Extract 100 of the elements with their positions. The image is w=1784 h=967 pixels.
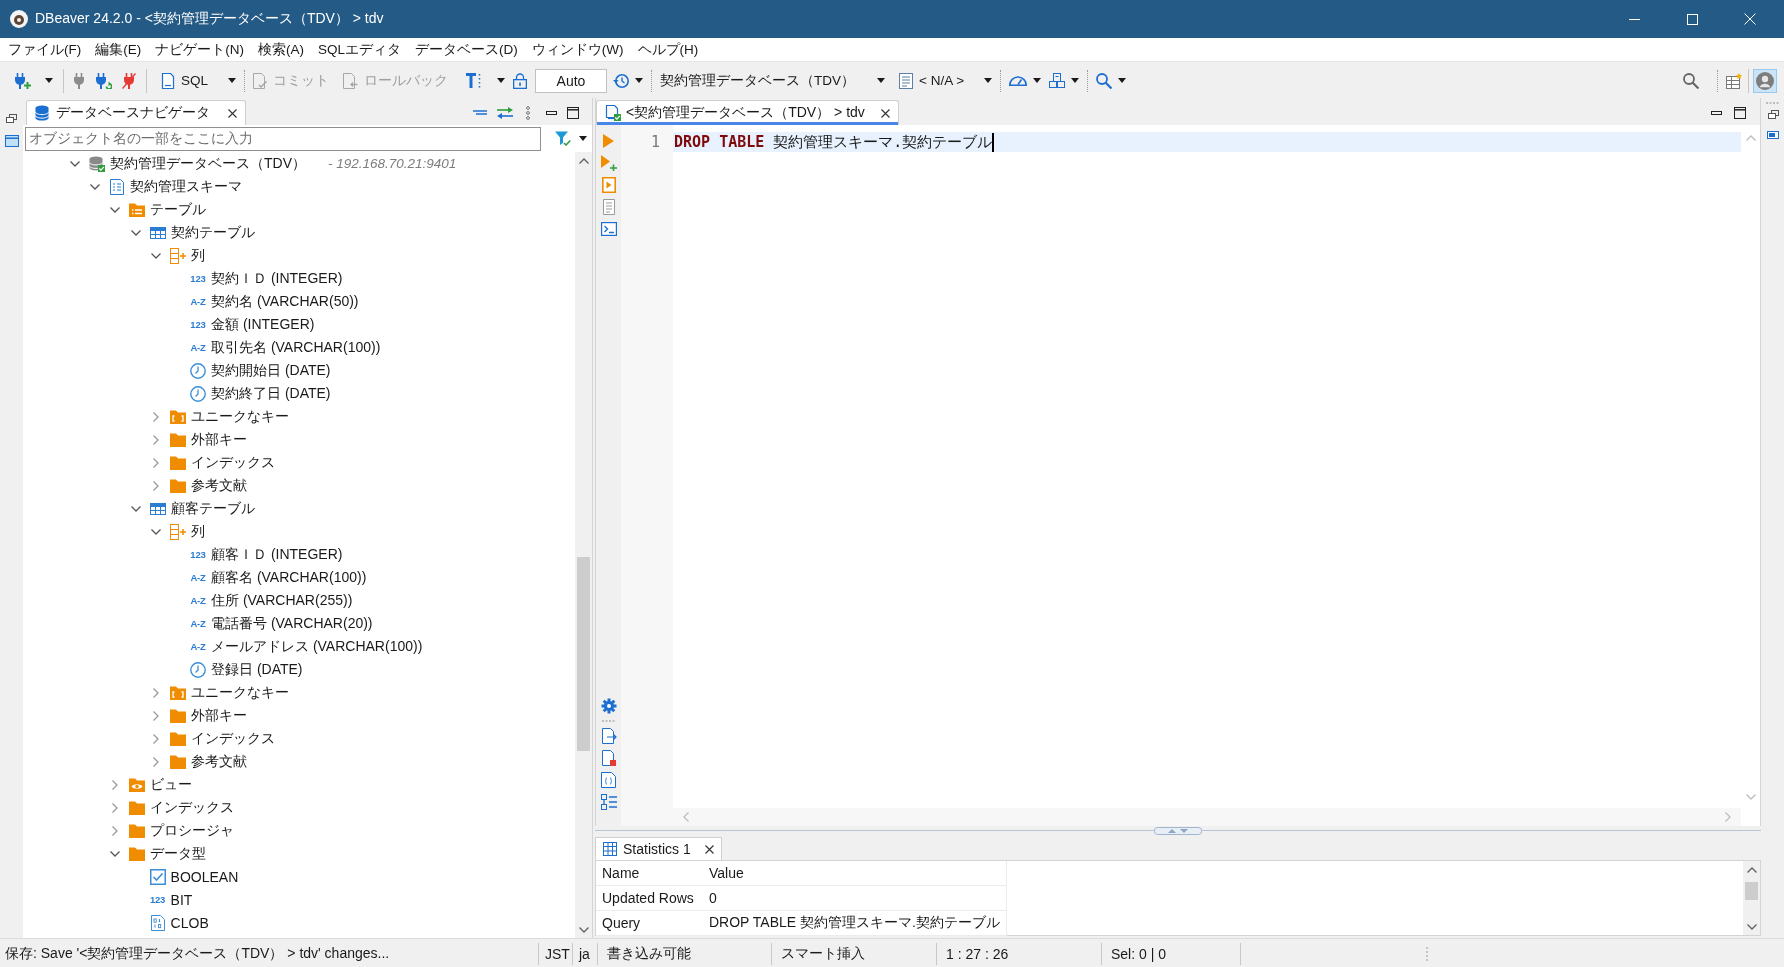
- panel-button[interactable]: [1767, 131, 1779, 139]
- menu-item[interactable]: ナビゲート(N): [148, 38, 251, 61]
- restore-button[interactable]: [6, 114, 17, 123]
- editor-tab[interactable]: <契約管理データベース（TDV） > tdv: [596, 100, 899, 125]
- tree-item[interactable]: インデックス: [150, 798, 235, 817]
- chevron-right-icon[interactable]: [152, 687, 159, 698]
- chevron-down-icon[interactable]: [70, 160, 80, 167]
- tree-item[interactable]: 金額 (INTEGER): [211, 315, 315, 334]
- editor-tool-button[interactable]: [598, 772, 619, 788]
- close-icon[interactable]: [228, 108, 237, 118]
- chevron-right-icon[interactable]: [112, 802, 119, 813]
- tree-item[interactable]: 顧客ＩＤ (INTEGER): [211, 545, 343, 564]
- resize-handle[interactable]: [1154, 827, 1202, 835]
- caret-icon[interactable]: [984, 78, 993, 83]
- close-icon[interactable]: [880, 108, 890, 118]
- tree-item[interactable]: 契約開始日 (DATE): [211, 361, 331, 380]
- chevron-down-icon[interactable]: [150, 252, 161, 259]
- scroll-up-icon[interactable]: [578, 157, 589, 164]
- chevron-right-icon[interactable]: [152, 710, 159, 721]
- chevron-down-icon[interactable]: [150, 528, 161, 535]
- editor-tool-button[interactable]: [598, 794, 619, 810]
- tree-item[interactable]: 住所 (VARCHAR(255)): [211, 591, 353, 610]
- chevron-right-icon[interactable]: [152, 733, 159, 744]
- tree-item[interactable]: 参考文献: [190, 476, 247, 495]
- chevron-right-icon[interactable]: [112, 825, 119, 836]
- chevron-down-icon[interactable]: [110, 206, 121, 213]
- panel-tab[interactable]: データベースナビゲータ: [26, 100, 246, 125]
- chevron-right-icon[interactable]: [152, 434, 159, 445]
- caret-icon[interactable]: [877, 78, 885, 83]
- tree-item[interactable]: インデックス: [190, 453, 275, 472]
- menu-item[interactable]: 検索(A): [251, 38, 311, 61]
- menu-item[interactable]: 編集(E): [88, 38, 149, 61]
- tree-item[interactable]: BOOLEAN: [170, 868, 239, 885]
- tree-item[interactable]: 列: [190, 522, 205, 541]
- tree-item[interactable]: ユニークなキー: [190, 407, 289, 426]
- caret-icon[interactable]: [497, 78, 505, 83]
- chevron-right-icon[interactable]: [112, 779, 119, 790]
- sql-editor-button[interactable]: SQL: [157, 67, 240, 94]
- caret-icon[interactable]: [635, 78, 643, 83]
- menu-item[interactable]: データベース(D): [408, 38, 525, 61]
- panel-button[interactable]: [4, 135, 19, 147]
- menu-item[interactable]: ファイル(F): [1, 38, 89, 61]
- tree-item[interactable]: プロシージャ: [150, 821, 235, 840]
- editor-tool-button[interactable]: [598, 221, 619, 237]
- menu-item[interactable]: ヘルプ(H): [630, 38, 706, 61]
- tree-item[interactable]: メールアドレス (VARCHAR(100)): [211, 637, 423, 656]
- scrollbar-thumb[interactable]: [1745, 882, 1758, 900]
- caret-icon[interactable]: [228, 78, 236, 83]
- tree-item[interactable]: 取引先名 (VARCHAR(100)): [211, 338, 381, 357]
- datasource-selector[interactable]: 契約管理データベース（TDV）: [656, 67, 889, 94]
- tree-item[interactable]: CLOB: [170, 914, 209, 931]
- tree-item[interactable]: 契約終了日 (DATE): [211, 384, 331, 403]
- results-tab[interactable]: Statistics 1: [595, 837, 722, 860]
- perspective-button[interactable]: [1753, 68, 1777, 93]
- tree-item[interactable]: 契約テーブル: [170, 223, 255, 242]
- tree-item[interactable]: 契約ＩＤ (INTEGER): [211, 269, 343, 288]
- restore-button[interactable]: [1767, 110, 1779, 119]
- menu-item[interactable]: ウィンドウ(W): [524, 38, 631, 61]
- tree-item[interactable]: 電話番号 (VARCHAR(20)): [211, 614, 373, 633]
- code-text[interactable]: DROP TABLE 契約管理スキーマ.契約テーブル: [674, 132, 993, 152]
- editor-tool-button[interactable]: [598, 155, 619, 171]
- scrollbar-track[interactable]: [575, 152, 592, 938]
- tree-item[interactable]: インデックス: [190, 729, 275, 748]
- schema-selector[interactable]: < N/A >: [895, 67, 997, 94]
- caret-icon[interactable]: [1071, 78, 1080, 83]
- chevron-down-icon[interactable]: [90, 183, 101, 190]
- tree-item[interactable]: 契約名 (VARCHAR(50)): [211, 292, 359, 311]
- tree-item[interactable]: 登録日 (DATE): [211, 660, 303, 679]
- transaction-mode-button[interactable]: Auto: [535, 68, 607, 93]
- tree-item[interactable]: 外部キー: [190, 706, 247, 725]
- chevron-down-icon[interactable]: [130, 229, 141, 236]
- scrollbar-track[interactable]: [1743, 861, 1760, 935]
- tree-item[interactable]: 契約管理データベース（TDV）: [110, 154, 306, 173]
- caret-icon[interactable]: [45, 78, 53, 83]
- tree-item[interactable]: データ型: [150, 844, 207, 863]
- caret-icon[interactable]: [1118, 78, 1127, 83]
- tree-item[interactable]: 契約管理スキーマ: [130, 177, 243, 196]
- scroll-down-icon[interactable]: [1746, 923, 1757, 930]
- chevron-right-icon[interactable]: [152, 756, 159, 767]
- close-icon[interactable]: [704, 844, 714, 854]
- scroll-down-icon[interactable]: [578, 926, 589, 933]
- chevron-down-icon[interactable]: [110, 850, 121, 857]
- caret-icon[interactable]: [579, 136, 587, 141]
- tree-item[interactable]: 顧客名 (VARCHAR(100)): [211, 568, 367, 587]
- caret-icon[interactable]: [1033, 78, 1042, 83]
- tree-item[interactable]: ユニークなキー: [190, 683, 289, 702]
- filter-input[interactable]: オブジェクト名の一部をここに入力: [25, 126, 541, 151]
- tree-item[interactable]: 外部キー: [190, 430, 247, 449]
- tree-item[interactable]: BIT: [170, 891, 193, 908]
- menu-item[interactable]: SQLエディタ: [311, 38, 408, 61]
- chevron-down-icon[interactable]: [130, 505, 141, 512]
- scrollbar-thumb[interactable]: [577, 557, 590, 751]
- tree-item[interactable]: 顧客テーブル: [170, 499, 255, 518]
- chevron-right-icon[interactable]: [152, 457, 159, 468]
- scroll-up-icon[interactable]: [1746, 866, 1757, 873]
- tree-item[interactable]: ビュー: [150, 775, 193, 794]
- tree-item[interactable]: 参考文献: [190, 752, 247, 771]
- tree-item[interactable]: 列: [190, 246, 205, 265]
- chevron-right-icon[interactable]: [152, 411, 159, 422]
- chevron-right-icon[interactable]: [152, 480, 159, 491]
